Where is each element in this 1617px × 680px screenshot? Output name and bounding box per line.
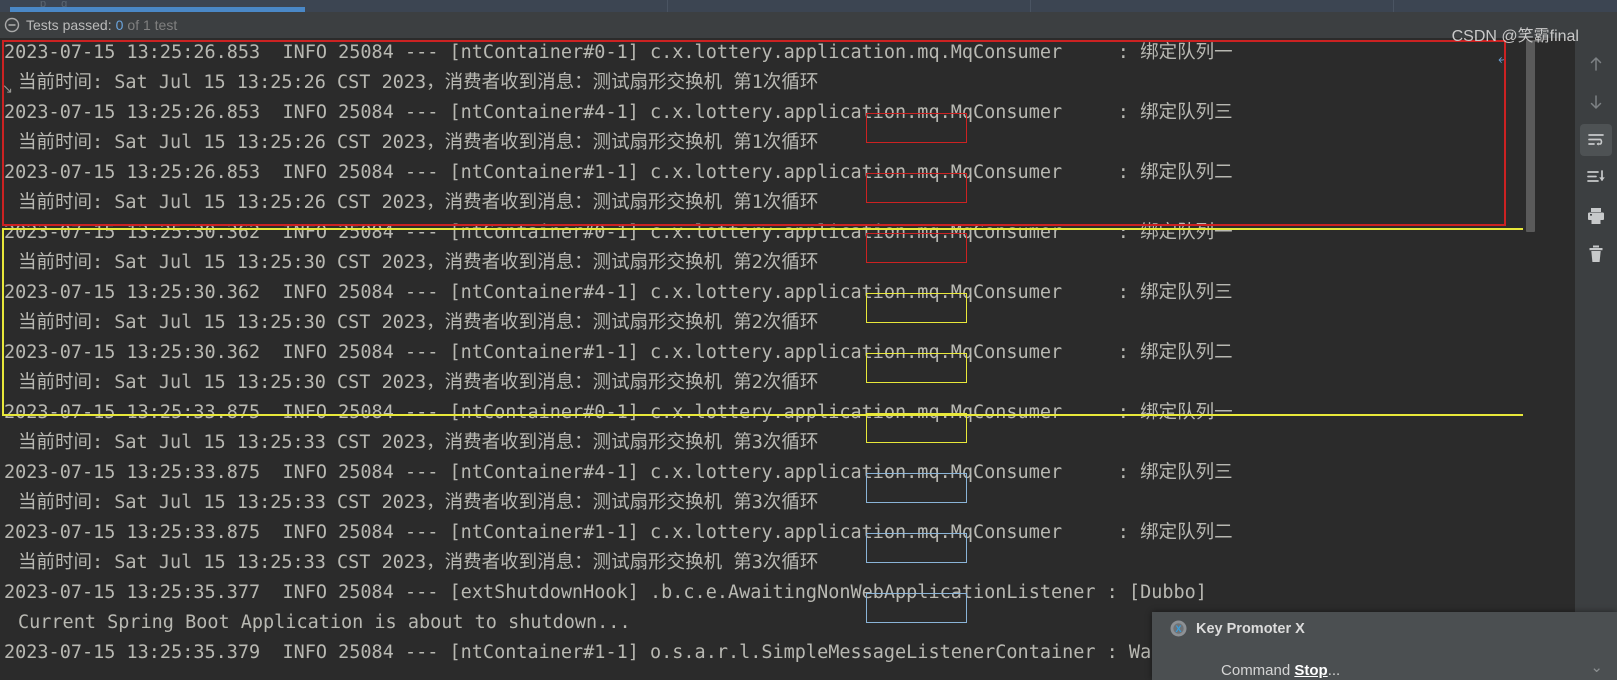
scroll-up-icon[interactable] [1580,48,1612,80]
console-line: 2023-07-15 13:25:33.875 INFO 25084 --- [… [4,402,1233,423]
console-line: 当前时间: Sat Jul 15 13:25:30 CST 2023，消费者收到… [18,312,819,333]
tests-status-bar: Tests passed: 0 of 1 test [0,12,1617,38]
trash-icon[interactable] [1580,238,1612,270]
key-promoter-title: Key Promoter X [1196,620,1305,637]
key-promoter-notification[interactable]: X Key Promoter X Command Stop... ⌄ [1152,612,1617,680]
scroll-down-icon[interactable] [1580,86,1612,118]
soft-wrap-icon[interactable] [1580,124,1612,156]
top-strip-divider [1393,0,1394,12]
console-line: 2023-07-15 13:25:26.853 INFO 25084 --- [… [4,42,1233,63]
console-line: 2023-07-15 13:25:35.377 INFO 25084 --- [… [4,582,1207,603]
console-line: 2023-07-15 13:25:33.875 INFO 25084 --- [… [4,522,1233,543]
tests-passed-count: 0 [115,17,124,33]
wrap-continuation-marker: ↘ [2,81,13,96]
tests-total-label: of 1 test [127,17,178,33]
key-promoter-body-prefix: Command [1221,662,1295,679]
console-output[interactable]: 2023-07-15 13:25:26.853 INFO 25084 --- [… [0,38,1537,680]
console-line: 2023-07-15 13:25:26.853 INFO 25084 --- [… [4,162,1233,183]
console-line: 2023-07-15 13:25:33.875 INFO 25084 --- [… [4,462,1233,483]
console-line: 当前时间: Sat Jul 15 13:25:26 CST 2023，消费者收到… [18,192,819,213]
console-line: 当前时间: Sat Jul 15 13:25:33 CST 2023，消费者收到… [18,492,819,513]
top-strip-divider [1030,0,1031,12]
top-progress-strip: p g _ [0,0,1617,12]
console-line: 当前时间: Sat Jul 15 13:25:33 CST 2023，消费者收到… [18,432,819,453]
console-line: 当前时间: Sat Jul 15 13:25:26 CST 2023，消费者收到… [18,132,819,153]
soft-wrap-arrow-icon: ⤶ [1498,50,1507,67]
tests-passed-label: Tests passed: [26,17,112,33]
key-promoter-x-icon: X [1170,620,1187,637]
console-line-list: 2023-07-15 13:25:26.853 INFO 25084 --- [… [0,38,1537,668]
print-icon[interactable] [1580,200,1612,232]
console-line: 当前时间: Sat Jul 15 13:25:30 CST 2023，消费者收到… [18,372,819,393]
svg-text:X: X [1175,624,1181,634]
key-promoter-body: Command Stop... [1196,645,1340,680]
chevron-down-icon[interactable]: ⌄ [1590,658,1603,676]
top-strip-divider [667,0,668,12]
csdn-watermark: CSDN @笑霸final [1451,28,1579,45]
console-vertical-scrollbar[interactable] [1523,38,1537,680]
console-line: 当前时间: Sat Jul 15 13:25:30 CST 2023，消费者收到… [18,252,819,273]
console-line: 当前时间: Sat Jul 15 13:25:26 CST 2023，消费者收到… [18,72,819,93]
console-line: 当前时间: Sat Jul 15 13:25:33 CST 2023，消费者收到… [18,552,819,573]
test-status-icon [4,17,20,33]
console-toolbar [1575,38,1617,680]
console-line: 2023-07-15 13:25:30.362 INFO 25084 --- [… [4,222,1233,243]
console-line: 2023-07-15 13:25:26.853 INFO 25084 --- [… [4,102,1233,123]
console-line: 2023-07-15 13:25:30.362 INFO 25084 --- [… [4,282,1233,303]
console-line: 2023-07-15 13:25:30.362 INFO 25084 --- [… [4,342,1233,363]
scroll-to-end-icon[interactable] [1580,162,1612,194]
console-scrollbar-thumb[interactable] [1526,40,1535,232]
key-promoter-body-suffix: ... [1327,662,1341,679]
run-console-window: p g _ Tests passed: 0 of 1 test 2023-07-… [0,0,1617,680]
key-promoter-body-command[interactable]: Stop [1294,662,1327,679]
